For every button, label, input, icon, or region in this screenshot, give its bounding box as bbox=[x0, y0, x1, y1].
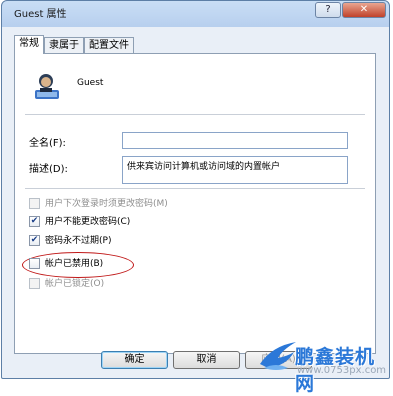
tab-member-of[interactable]: 隶属于 bbox=[44, 37, 84, 53]
title-bar[interactable]: Guest 属性 ? ✕ bbox=[2, 1, 389, 23]
description-input[interactable]: 供来宾访问计算机或访问域的内置帐户 bbox=[122, 156, 348, 184]
checkbox-box[interactable] bbox=[29, 198, 40, 209]
dialog-client-area: 常规 隶属于 配置文件 Guest 全名(F): 描述(D): 供来宾访问计算机… bbox=[8, 31, 383, 369]
checkbox-label: 帐户已禁用(B) bbox=[45, 259, 104, 269]
checkbox-label: 用户下次登录时须更改密码(M) bbox=[45, 199, 168, 209]
bird-logo-icon bbox=[260, 342, 296, 370]
checkbox-label: 帐户已锁定(O) bbox=[45, 279, 105, 289]
ok-button[interactable]: 确定 bbox=[101, 351, 168, 369]
help-button[interactable]: ? bbox=[315, 2, 341, 18]
properties-dialog: Guest 属性 ? ✕ 常规 隶属于 配置文件 Guest 全名(F): 描述… bbox=[1, 0, 390, 379]
checkbox-checked-icon[interactable]: ✔ bbox=[29, 216, 40, 227]
checkbox-box[interactable] bbox=[29, 278, 40, 289]
cancel-button[interactable]: 取消 bbox=[173, 351, 240, 369]
checkbox-label: 密码永不过期(P) bbox=[45, 236, 112, 246]
full-name-input[interactable] bbox=[122, 132, 348, 149]
watermark-url: www.0753px.com bbox=[297, 365, 387, 376]
user-account-icon bbox=[35, 74, 59, 99]
separator bbox=[25, 114, 365, 116]
tab-general[interactable]: 常规 bbox=[14, 35, 44, 54]
tab-profile[interactable]: 配置文件 bbox=[84, 37, 134, 53]
separator bbox=[25, 188, 365, 190]
description-label: 描述(D): bbox=[29, 164, 68, 175]
checkbox-box[interactable] bbox=[29, 258, 40, 269]
checkbox-label: 用户不能更改密码(C) bbox=[45, 217, 131, 227]
user-name: Guest bbox=[77, 78, 104, 88]
window-title: Guest 属性 bbox=[14, 9, 67, 20]
close-button[interactable]: ✕ bbox=[342, 2, 386, 18]
general-tab-panel: Guest 全名(F): 描述(D): 供来宾访问计算机或访问域的内置帐户 用户… bbox=[14, 53, 376, 354]
checkbox-checked-icon[interactable]: ✔ bbox=[29, 235, 40, 246]
full-name-label: 全名(F): bbox=[29, 138, 66, 149]
